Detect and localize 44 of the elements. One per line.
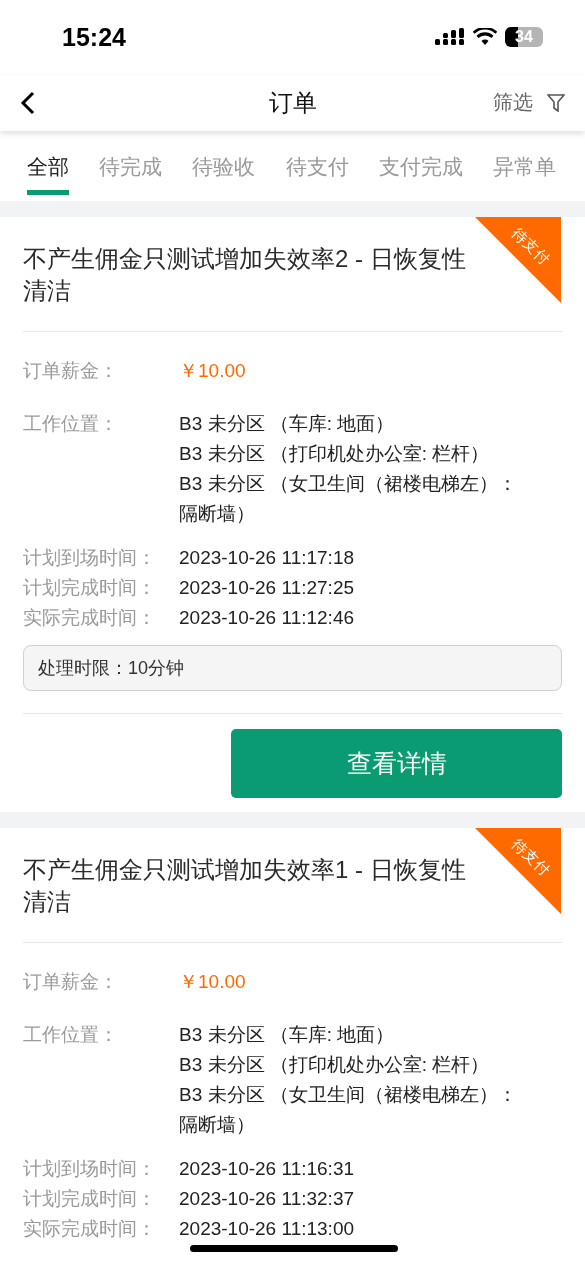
- field-value: ￥10.00: [179, 359, 246, 383]
- tab[interactable]: 异常单: [477, 131, 571, 201]
- field-label: 订单薪金：: [23, 970, 119, 994]
- status-ribbon-label: 待支付: [508, 223, 554, 270]
- tab[interactable]: 待验收: [177, 131, 271, 201]
- field-label: 计划完成时间：: [23, 576, 157, 600]
- status-ribbon-label: 待支付: [508, 834, 554, 881]
- location-line: B3 未分区 （女卫生间（裙楼电梯左）：隔断墙）: [179, 1083, 518, 1137]
- field-label: 订单薪金：: [23, 359, 119, 383]
- field-value: 2023-10-26 11:17:18: [179, 546, 355, 570]
- tab-indicator: [27, 190, 69, 195]
- field-value: 2023-10-26 11:16:31: [179, 1157, 355, 1181]
- field-label: 计划到场时间：: [23, 1157, 157, 1181]
- field-value: ￥10.00: [179, 970, 246, 994]
- details-button[interactable]: 查看详情: [231, 729, 562, 798]
- order-title: 不产生佣金只测试增加失效率1 - 日恢复性清洁: [23, 855, 467, 917]
- wifi-icon: [473, 28, 497, 47]
- field-value: 2023-10-26 11:27:25: [179, 576, 355, 600]
- field-value: 2023-10-26 11:12:46: [179, 606, 355, 630]
- tab[interactable]: 支付完成: [363, 131, 478, 201]
- field-label: 工作位置：: [23, 412, 119, 436]
- field-value: 2023-10-26 11:32:37: [179, 1187, 355, 1211]
- field-label: 计划完成时间：: [23, 1187, 157, 1211]
- time-limit-box: 处理时限：10分钟: [23, 645, 562, 691]
- filter-icon[interactable]: [547, 93, 565, 112]
- order-title: 不产生佣金只测试增加失效率2 - 日恢复性清洁: [23, 244, 467, 306]
- location-line: B3 未分区 （车库: 地面）: [179, 412, 396, 436]
- field-label: 实际完成时间：: [23, 1217, 157, 1241]
- field-label: 实际完成时间：: [23, 606, 157, 630]
- field-value: 2023-10-26 11:13:00: [179, 1217, 355, 1241]
- signal-icon: [435, 28, 465, 47]
- status-time: 15:24: [62, 22, 127, 52]
- tab[interactable]: 待支付: [270, 131, 364, 201]
- location-line: B3 未分区 （打印机处办公室: 栏杆）: [179, 1053, 491, 1077]
- tab[interactable]: 待完成: [84, 131, 178, 201]
- back-icon[interactable]: [20, 90, 36, 115]
- location-line: B3 未分区 （打印机处办公室: 栏杆）: [179, 442, 491, 466]
- page-title: 订单: [267, 87, 318, 118]
- tab[interactable]: 全部: [12, 131, 84, 201]
- field-label: 工作位置：: [23, 1023, 119, 1047]
- location-line: B3 未分区 （车库: 地面）: [179, 1023, 396, 1047]
- field-label: 计划到场时间：: [23, 546, 157, 570]
- filter-link[interactable]: 筛选: [493, 89, 533, 117]
- location-line: B3 未分区 （女卫生间（裙楼电梯左）：隔断墙）: [179, 472, 518, 526]
